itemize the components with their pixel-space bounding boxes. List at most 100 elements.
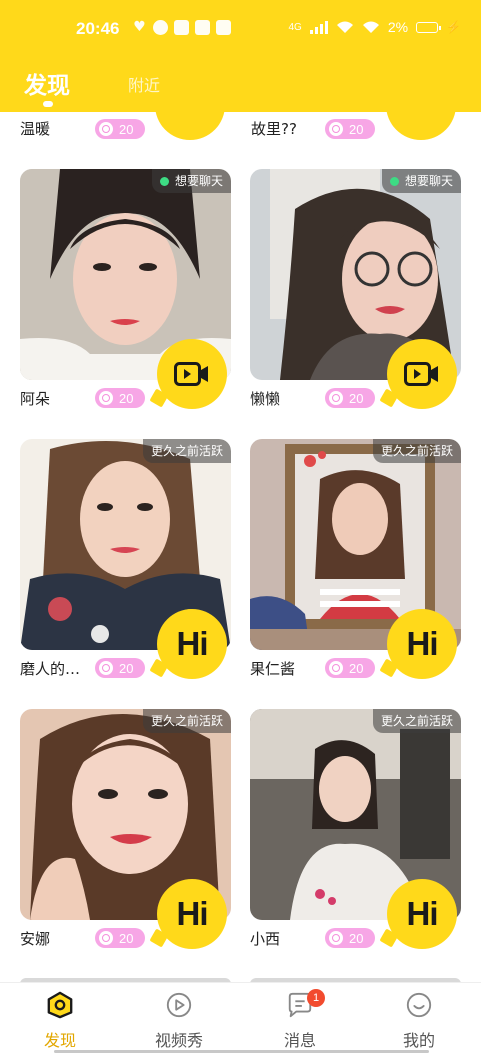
nav-label: 消息 xyxy=(283,1031,316,1050)
video-call-icon xyxy=(404,362,438,386)
hi-label: Hi xyxy=(176,625,209,662)
home-indicator[interactable] xyxy=(54,1050,429,1053)
user-name[interactable]: 故里?? xyxy=(251,118,297,139)
wifi-icon xyxy=(336,21,353,33)
level-value: 20 xyxy=(119,390,134,406)
level-icon xyxy=(99,661,113,675)
level-badge: 20 xyxy=(95,658,145,678)
level-badge: 20 xyxy=(95,928,145,948)
tab-discover[interactable]: 发现 xyxy=(24,66,70,100)
user-card[interactable]: 更久之前活跃 Hi 安娜 20 xyxy=(20,709,231,959)
say-hi-button[interactable]: Hi xyxy=(157,609,227,679)
greet-button[interactable] xyxy=(155,112,225,140)
charging-icon: ⚡ xyxy=(446,20,461,34)
video-call-button[interactable] xyxy=(157,339,227,409)
video-call-icon xyxy=(174,362,208,386)
level-badge: 20 xyxy=(325,928,375,948)
level-icon xyxy=(329,122,343,136)
status-right: 4G 2% ⚡ xyxy=(288,19,461,35)
status-badge: 更久之前活跃 xyxy=(142,709,231,733)
status-bar: 20:46 ♥ 4G 2% ⚡ xyxy=(0,0,481,58)
nav-profile[interactable]: 我的 xyxy=(374,991,464,1051)
network-label: 4G xyxy=(288,21,302,33)
nav-discover[interactable]: 发现 xyxy=(15,991,105,1051)
level-value: 20 xyxy=(349,390,364,406)
heart-notification-icon: ♥ xyxy=(133,19,146,35)
status-text: 想要聊天 xyxy=(174,174,223,188)
nav-messages[interactable]: 1 消息 xyxy=(255,989,345,1051)
user-name[interactable]: 温暖 xyxy=(20,118,50,139)
level-value: 20 xyxy=(349,660,364,676)
status-text: 更久之前活跃 xyxy=(150,714,223,728)
level-icon xyxy=(329,391,343,405)
greet-button[interactable] xyxy=(386,112,456,140)
nav-label: 发现 xyxy=(43,1031,76,1050)
nav-video-show[interactable]: 视频秀 xyxy=(134,991,224,1051)
status-text: 更久之前活跃 xyxy=(380,444,453,458)
level-value: 20 xyxy=(119,121,134,137)
user-name[interactable]: 果仁酱 xyxy=(250,658,330,679)
level-badge: 20 xyxy=(325,119,375,139)
online-dot-icon xyxy=(159,176,169,186)
say-hi-button[interactable]: Hi xyxy=(387,879,457,949)
level-value: 20 xyxy=(349,121,364,137)
status-text: 想要聊天 xyxy=(404,174,453,188)
level-value: 20 xyxy=(349,930,364,946)
status-text: 更久之前活跃 xyxy=(150,444,223,458)
level-icon xyxy=(99,931,113,945)
user-feed[interactable]: 温暖 20 故里?? 20 想要聊天 阿朵 20 想要聊天 懒懒 20 更久之前… xyxy=(0,112,481,982)
cell-signal-icon xyxy=(309,20,328,34)
unread-badge: 1 xyxy=(307,989,325,1007)
tab-nearby[interactable]: 附近 xyxy=(128,72,160,96)
bottom-nav: 发现 视频秀 1 消息 我的 xyxy=(0,982,481,1056)
check-notification-icon xyxy=(153,20,168,35)
user-name[interactable]: 懒懒 xyxy=(250,388,330,409)
top-header: 20:46 ♥ 4G 2% ⚡ 发现 附近 xyxy=(0,0,481,112)
user-card[interactable]: 更久之前活跃 Hi 果仁酱 20 xyxy=(250,439,461,689)
user-card[interactable]: 更久之前活跃 Hi 磨人的… 20 xyxy=(20,439,231,689)
battery-icon xyxy=(416,21,442,33)
level-badge: 20 xyxy=(325,658,375,678)
online-dot-icon xyxy=(389,176,399,186)
level-value: 20 xyxy=(119,660,134,676)
user-card[interactable]: 更久之前活跃 Hi 小西 20 xyxy=(250,709,461,959)
discover-icon xyxy=(47,991,73,1019)
status-badge: 更久之前活跃 xyxy=(372,439,461,463)
hi-label: Hi xyxy=(176,895,209,932)
video-show-icon xyxy=(166,992,192,1018)
status-badge: 想要聊天 xyxy=(151,169,231,193)
level-value: 20 xyxy=(119,930,134,946)
level-icon xyxy=(329,661,343,675)
user-name[interactable]: 阿朵 xyxy=(20,388,100,409)
say-hi-button[interactable]: Hi xyxy=(387,609,457,679)
app-notification-icon xyxy=(195,20,210,35)
user-card[interactable]: 想要聊天 懒懒 20 xyxy=(250,169,461,419)
level-badge: 20 xyxy=(95,388,145,408)
level-icon xyxy=(329,931,343,945)
user-name[interactable]: 小西 xyxy=(250,928,330,949)
hi-label: Hi xyxy=(406,625,439,662)
tab-active-indicator xyxy=(43,101,53,107)
say-hi-button[interactable]: Hi xyxy=(157,879,227,949)
wifi2-icon xyxy=(362,21,379,33)
video-call-button[interactable] xyxy=(387,339,457,409)
user-name[interactable]: 安娜 xyxy=(20,928,100,949)
status-time: 20:46 xyxy=(76,19,120,38)
nav-label: 视频秀 xyxy=(154,1031,203,1050)
partial-row: 温暖 20 故里?? 20 xyxy=(0,112,481,148)
status-badge: 更久之前活跃 xyxy=(372,709,461,733)
level-icon xyxy=(99,122,113,136)
level-badge: 20 xyxy=(95,119,145,139)
level-icon xyxy=(99,391,113,405)
status-text: 更久之前活跃 xyxy=(380,714,453,728)
notification-icons: ♥ xyxy=(132,20,231,35)
status-badge: 想要聊天 xyxy=(381,169,461,193)
avatar-notification-icon xyxy=(174,20,189,35)
battery-percent: 2% xyxy=(387,19,409,35)
user-card[interactable]: 想要聊天 阿朵 20 xyxy=(20,169,231,419)
level-badge: 20 xyxy=(325,388,375,408)
user-name[interactable]: 磨人的… xyxy=(20,658,100,679)
nav-label: 我的 xyxy=(402,1031,435,1050)
profile-icon xyxy=(406,992,432,1018)
status-badge: 更久之前活跃 xyxy=(142,439,231,463)
